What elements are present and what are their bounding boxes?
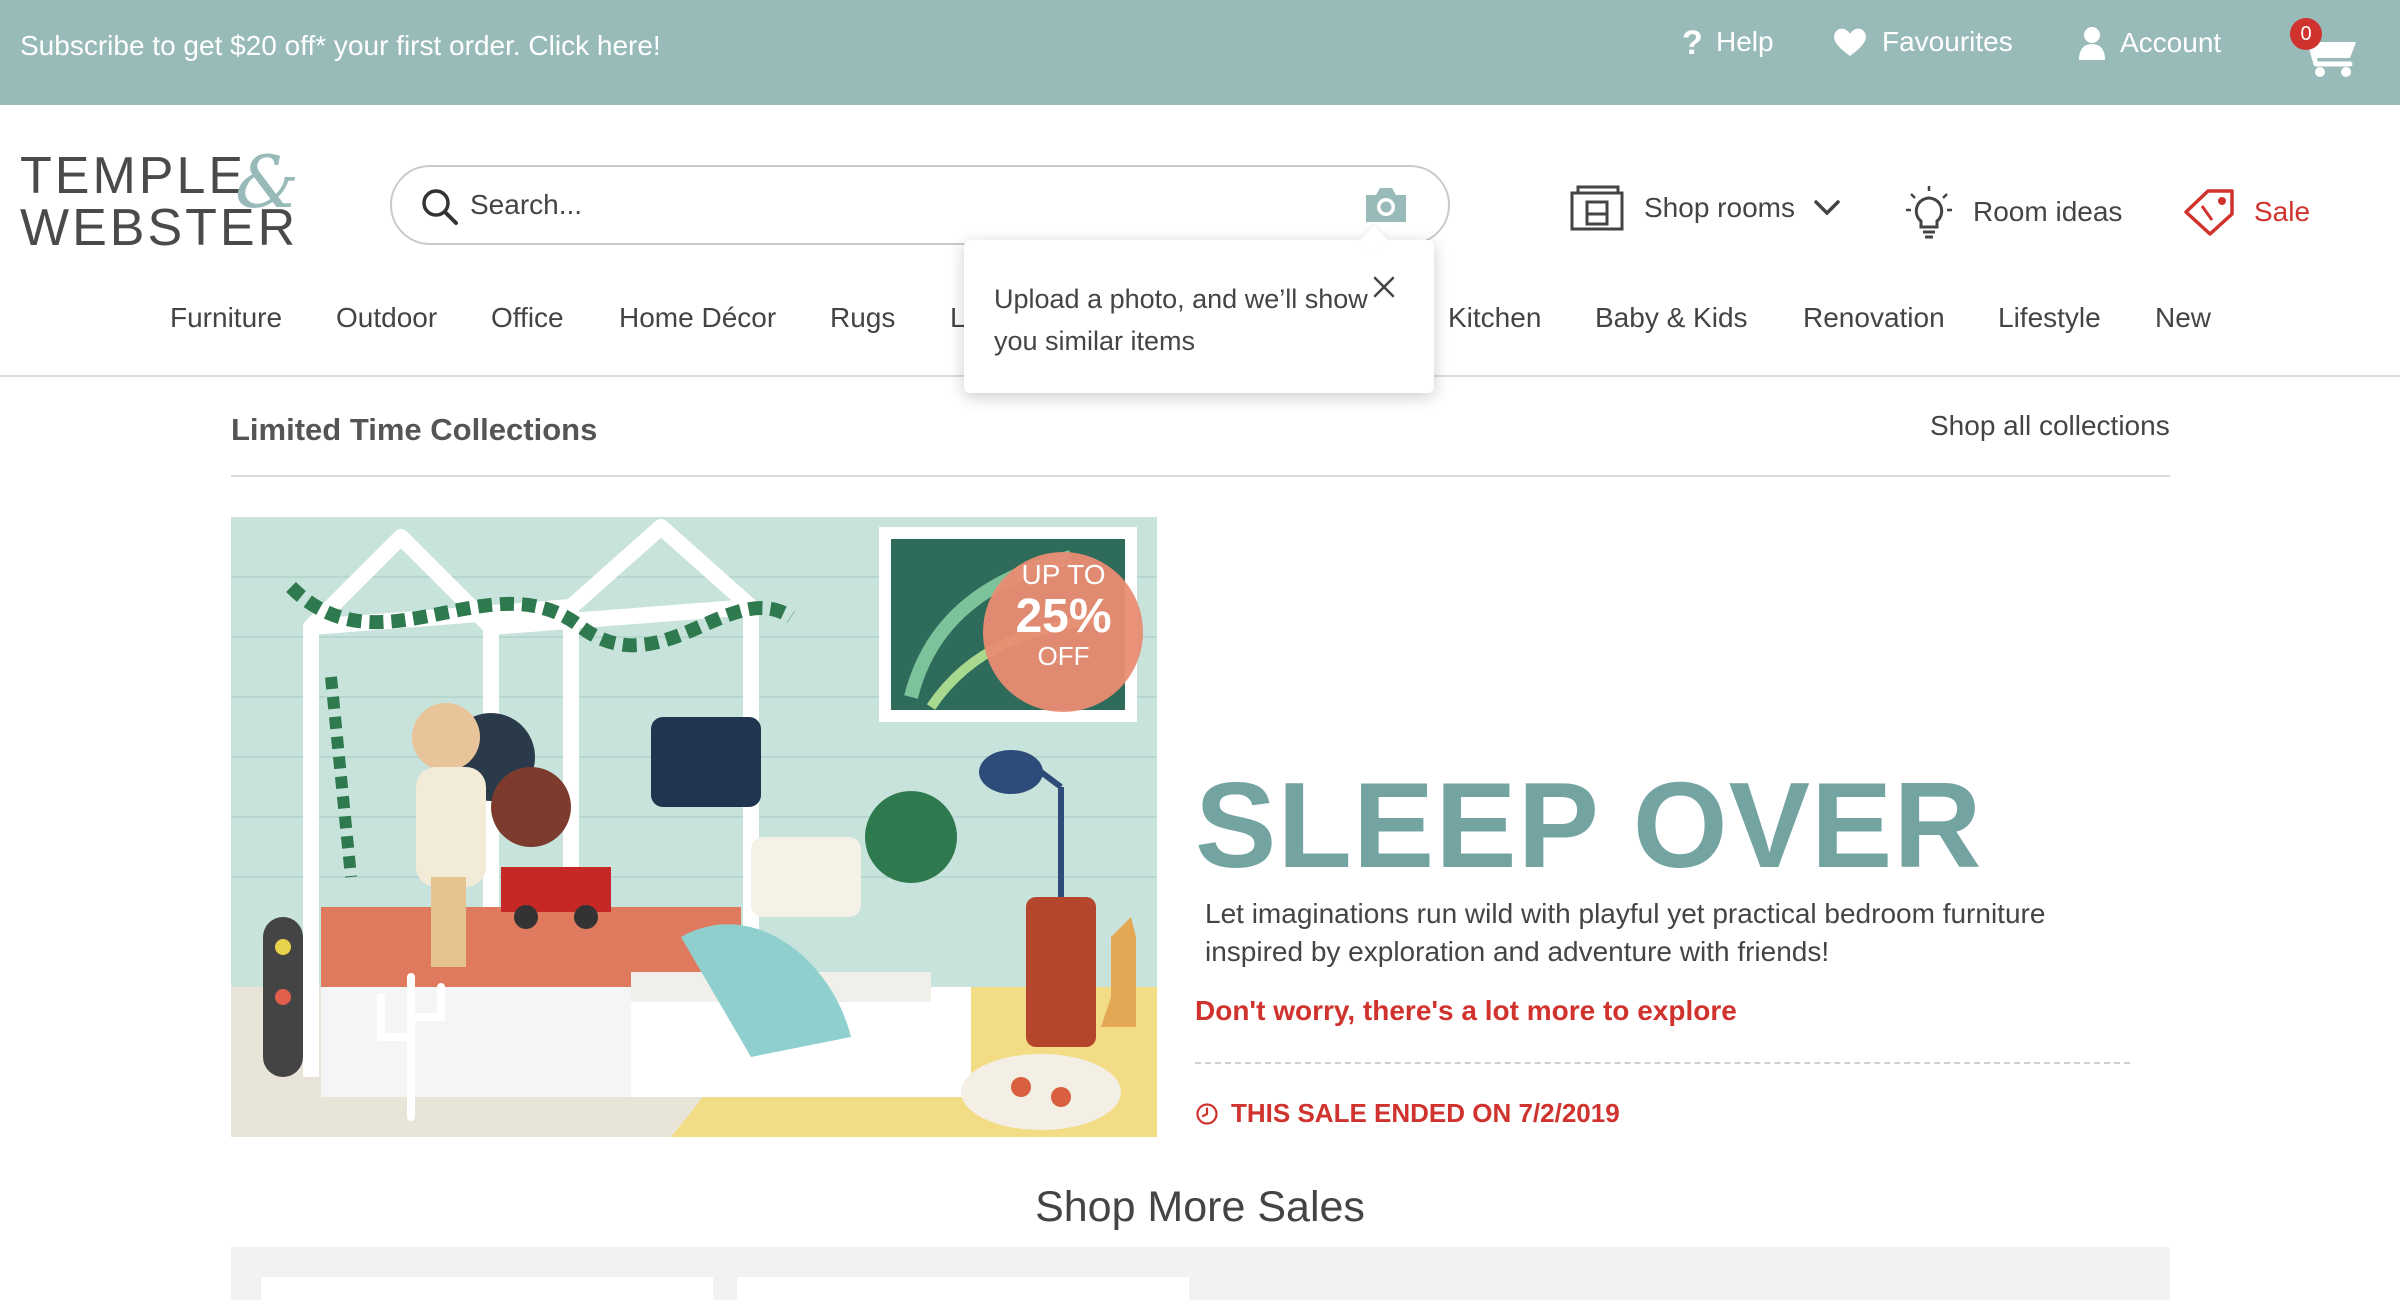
collections-title: Limited Time Collections [231,412,598,447]
logo-ampersand: & [235,140,300,224]
cart-count-badge: 0 [2290,18,2322,50]
nav-new[interactable]: New [2155,302,2211,334]
account-link[interactable]: Account [2078,26,2221,60]
explore-more-link[interactable]: Don't worry, there's a lot more to explo… [1195,995,1737,1027]
subscribe-promo-link[interactable]: Subscribe to get $20 off* your first ord… [20,30,661,62]
room-ideas-link[interactable]: Room ideas [1905,185,2122,239]
favourites-link[interactable]: Favourites [1832,26,2013,58]
hero-description: Let imaginations run wild with playful y… [1205,898,2046,967]
hero-title: SLEEP OVER [1195,757,1983,893]
clock-icon [1196,1102,1218,1125]
dashed-divider [1195,1062,2130,1064]
help-link[interactable]: ? Help [1680,26,1774,58]
nav-outdoor[interactable]: Outdoor [336,302,437,334]
nav-renovation[interactable]: Renovation [1803,302,1945,334]
price-tag-icon [2184,189,2234,236]
sale-label: Sale [2254,196,2311,227]
discount-badge-line3: OFF [1037,641,1090,671]
photo-search-popover: Upload a photo, and we’ll show you simil… [964,225,1434,393]
discount-badge-line1: UP TO [1021,559,1106,590]
sleep-over-hero-image[interactable]: UP TO 25% OFF [231,517,1157,1137]
shop-rooms-label: Shop rooms [1644,192,1795,223]
camera-icon[interactable] [1362,185,1410,225]
search-bar [390,165,1450,245]
search-input[interactable] [470,179,1320,231]
shop-rooms-dropdown[interactable]: Shop rooms [1570,185,1841,231]
shop-more-sales-title: Shop More Sales [1035,1183,1365,1231]
svg-text:?: ? [1682,26,1702,58]
sale-ended-text: THIS SALE ENDED ON 7/2/2019 [1231,1098,1620,1128]
chevron-down-icon [1814,200,1840,216]
help-label: Help [1716,26,1774,57]
help-icon: ? [1682,26,1702,58]
nav-kitchen[interactable]: Kitchen [1448,302,1541,334]
sale-link[interactable]: Sale [2182,188,2310,236]
section-divider [231,475,2170,477]
popover-message: Upload a photo, and we’ll show you simil… [994,284,1368,356]
sale-card[interactable] [261,1277,713,1300]
search-icon[interactable] [420,187,460,227]
close-icon[interactable] [1372,275,1396,299]
promo-bar: Subscribe to get $20 off* your first ord… [0,0,2400,105]
nav-home-decor[interactable]: Home Décor [619,302,776,334]
account-label: Account [2120,27,2222,58]
user-icon [2079,27,2105,60]
room-ideas-label: Room ideas [1973,196,2123,227]
nav-baby-kids[interactable]: Baby & Kids [1595,302,1748,334]
nav-furniture[interactable]: Furniture [170,302,282,334]
nav-office[interactable]: Office [491,302,564,334]
cart-button[interactable]: 0 [2290,18,2360,78]
sale-card[interactable] [737,1277,1189,1300]
heart-icon [1834,28,1866,56]
lightbulb-icon [1906,186,1952,239]
sale-ended-notice: THIS SALE ENDED ON 7/2/2019 [1195,1098,1620,1129]
shop-all-collections-link[interactable]: Shop all collections [1930,410,2170,442]
temple-webster-logo[interactable]: TEMPLE WEBSTER & [20,140,320,260]
favourites-label: Favourites [1882,26,2013,57]
nav-lifestyle[interactable]: Lifestyle [1998,302,2101,334]
rooms-icon [1570,185,1624,231]
nav-rugs[interactable]: Rugs [830,302,895,334]
discount-badge-line2: 25% [1015,590,1112,643]
